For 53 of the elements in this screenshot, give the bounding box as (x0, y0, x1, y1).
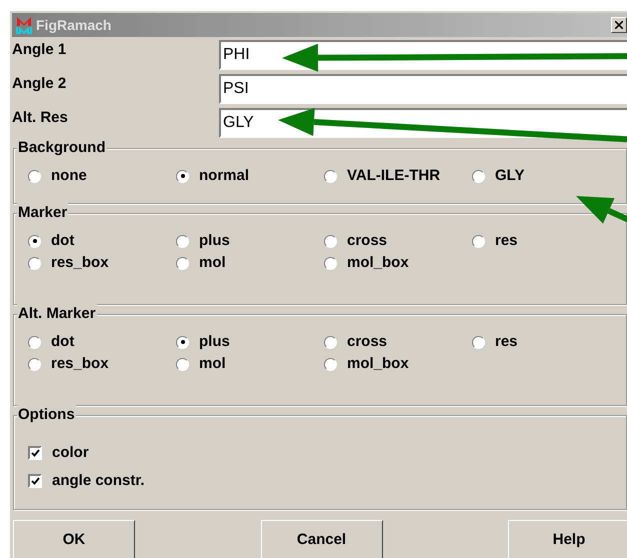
window-title: FigRamach (36, 16, 112, 35)
radio-button[interactable] (472, 170, 485, 182)
checkbox-label: color (52, 442, 89, 463)
radio-button[interactable] (176, 336, 189, 348)
radio-label: plus (199, 230, 230, 251)
radio-button[interactable] (472, 234, 485, 248)
radio-button[interactable] (324, 336, 337, 348)
radio-label: res (495, 230, 518, 251)
close-button[interactable] (611, 17, 627, 33)
radio-button[interactable] (324, 170, 337, 182)
checkbox[interactable] (28, 474, 42, 488)
radio-label: mol_box (347, 252, 409, 273)
radio-button[interactable] (28, 170, 41, 182)
group-title: Options (17, 405, 76, 425)
radio-label: cross (347, 230, 388, 251)
radio-label: VAL-ILE-THR (347, 166, 440, 186)
group-title: Background (17, 138, 107, 158)
radio-button[interactable] (28, 358, 41, 370)
radio-button[interactable] (176, 234, 189, 248)
close-icon (615, 21, 623, 29)
dialog-button[interactable]: Help (508, 520, 627, 558)
radio-label: res (495, 332, 518, 352)
radio-button[interactable] (28, 234, 41, 248)
radio-button[interactable] (176, 256, 189, 270)
radio-label: dot (51, 332, 74, 352)
field-label: Angle 1 (11, 40, 68, 60)
radio-button[interactable] (28, 336, 41, 348)
app-icon (16, 16, 32, 34)
radio-label: normal (199, 166, 250, 186)
radio-button[interactable] (28, 256, 41, 270)
radio-label: dot (51, 230, 74, 251)
checkbox-label: angle constr. (52, 470, 145, 491)
radio-button[interactable] (176, 170, 189, 182)
text-field[interactable]: PSI (219, 74, 627, 104)
radio-label: res_box (51, 354, 109, 374)
radio-button[interactable] (324, 234, 337, 248)
radio-label: mol (199, 252, 226, 273)
radio-label: GLY (495, 166, 524, 186)
radio-label: cross (347, 332, 388, 352)
radio-label: none (51, 166, 87, 186)
checkbox[interactable] (28, 446, 42, 460)
radio-label: plus (199, 332, 230, 352)
radio-button[interactable] (324, 256, 337, 270)
dialog-button[interactable]: Cancel (260, 520, 382, 558)
field-label: Alt. Res (11, 108, 69, 128)
dialog-button[interactable]: OK (13, 520, 135, 558)
field-label: Angle 2 (11, 74, 68, 94)
radio-label: mol (199, 354, 226, 374)
radio-button[interactable] (324, 358, 337, 370)
radio-label: res_box (51, 252, 109, 273)
radio-button[interactable] (176, 358, 189, 370)
radio-label: mol_box (347, 354, 409, 374)
radio-button[interactable] (472, 336, 485, 348)
